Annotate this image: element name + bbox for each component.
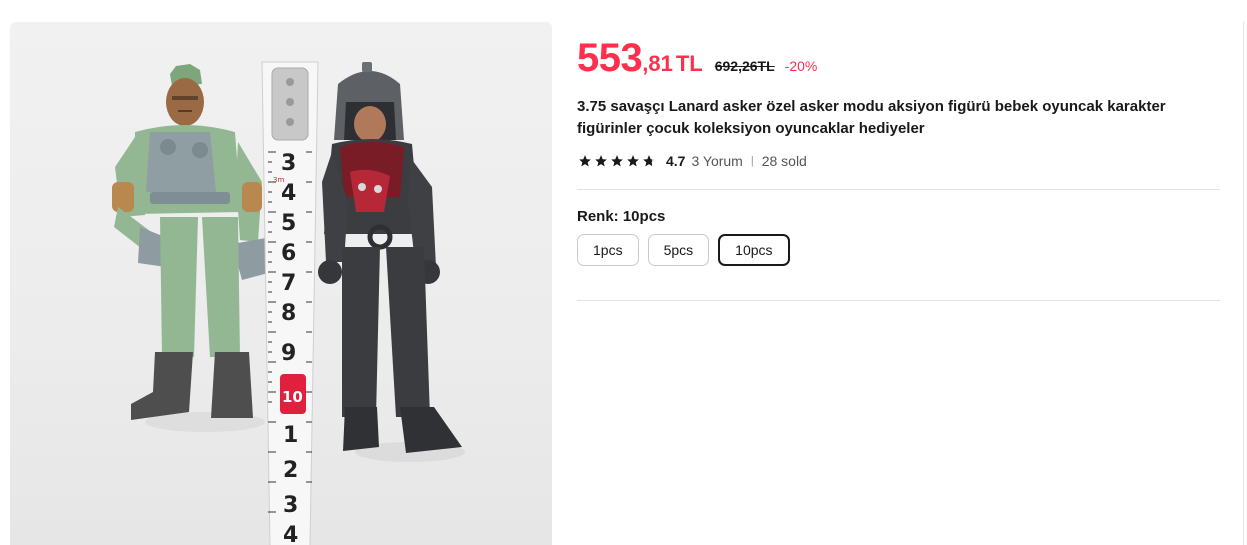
product-title: 3.75 savaşçı Lanard asker özel asker mod… — [577, 98, 1166, 137]
ruler-mark: 6 — [281, 241, 296, 266]
sold-count: 28 sold — [761, 153, 807, 169]
ruler-mark: 4 — [283, 523, 298, 545]
star-icon — [595, 155, 607, 167]
variant-option-10pcs[interactable]: 10pcs — [718, 234, 790, 266]
tape-measure-ruler: 3 4 5 6 7 8 9 10 1 2 3 4 3m — [261, 61, 319, 545]
discount-badge: -20% — [784, 58, 818, 74]
variant-label: Renk: 10pcs — [577, 208, 666, 225]
ruler-unit: 3m — [273, 176, 284, 184]
divider — [577, 189, 1220, 190]
ruler-mark: 10 — [282, 388, 303, 406]
variant-option-5pcs[interactable]: 5pcs — [647, 234, 710, 266]
variant-option-1pcs[interactable]: 1pcs — [577, 234, 639, 266]
price-integer: 553 — [577, 36, 643, 80]
ruler-mark: 8 — [281, 301, 296, 326]
rating-stars — [578, 154, 656, 168]
panel-border — [1243, 22, 1244, 545]
ruler-mark: 5 — [281, 211, 296, 236]
star-icon — [627, 155, 639, 167]
rating-row: 4.7 3 Yorum | 28 sold — [578, 153, 807, 169]
ruler-mark: 9 — [281, 341, 296, 366]
ruler-mark: 3 — [281, 151, 296, 176]
reviews-link[interactable]: 3 Yorum — [691, 153, 742, 169]
price-currency: TL — [675, 51, 703, 76]
ruler-mark: 1 — [283, 423, 298, 448]
divider — [577, 300, 1220, 301]
price-row: 553 ,81 TL 692,26TL -20% — [577, 36, 817, 81]
star-icon — [579, 155, 591, 167]
star-icon — [611, 155, 623, 167]
ruler-mark: 3 — [283, 493, 298, 518]
ruler-mark: 2 — [283, 458, 298, 483]
separator-icon: | — [750, 155, 754, 167]
ruler-mark: 4 — [281, 181, 296, 206]
rating-score: 4.7 — [666, 153, 686, 169]
ruler-mark: 7 — [281, 271, 296, 296]
original-price: 692,26TL — [714, 58, 775, 74]
product-image[interactable]: 3 4 5 6 7 8 9 10 1 2 3 4 3m — [10, 22, 552, 545]
variant-options: 1pcs 5pcs 10pcs — [577, 234, 790, 266]
price-decimal: ,81 — [642, 51, 673, 76]
star-half-icon — [643, 155, 655, 167]
dark-soldier-figure — [318, 62, 462, 453]
product-photo-svg: 3 4 5 6 7 8 9 10 1 2 3 4 3m — [112, 61, 465, 545]
green-soldier-figure — [112, 64, 272, 420]
